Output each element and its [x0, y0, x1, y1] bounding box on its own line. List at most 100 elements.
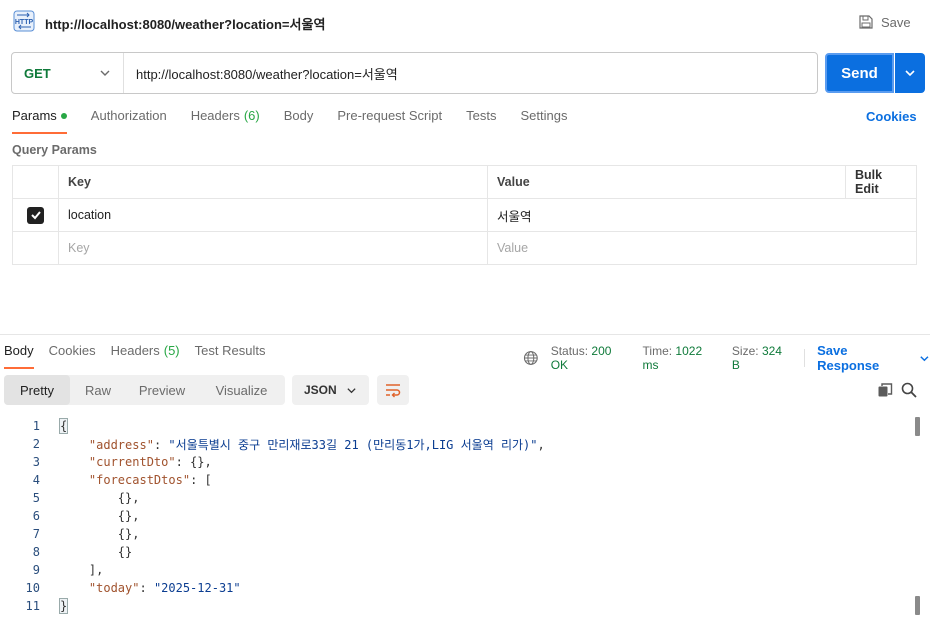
line-number: 6 — [32, 509, 40, 523]
chevron-down-icon — [347, 388, 356, 394]
cookies-link[interactable]: Cookies — [866, 109, 917, 124]
response-body-code[interactable]: 1 {2 "address": "서울특별시 중구 만리재로33길 21 (만리동… — [0, 417, 920, 615]
code-text: ], — [88, 563, 104, 577]
request-tabs: Params Authorization Headers (6) Body Pre… — [12, 108, 591, 134]
tab-label: Body — [283, 108, 314, 123]
table-row: Key Value — [12, 231, 917, 265]
column-header-value: Value — [487, 165, 846, 199]
code-text: "currentDto": {}, — [88, 455, 212, 469]
wrap-lines-icon — [386, 384, 401, 398]
wrap-lines-button[interactable] — [377, 375, 409, 405]
code-text: "address": "서울특별시 중구 만리재로33길 21 (만리동1가,L… — [88, 437, 545, 452]
view-mode-selector: Pretty Raw Preview Visualize — [4, 375, 285, 405]
param-checkbox[interactable] — [27, 206, 44, 224]
tab-label: Params — [12, 108, 57, 123]
line-number: 1 — [32, 419, 40, 433]
code-line: 4 "forecastDtos": [ — [0, 471, 920, 489]
chevron-down-icon — [905, 70, 915, 77]
url-input[interactable] — [124, 53, 817, 93]
line-number: 4 — [32, 473, 40, 487]
code-line: 5 {}, — [0, 489, 920, 507]
new-param-value-input[interactable]: Value — [487, 231, 917, 265]
line-number: 9 — [32, 563, 40, 577]
url-bar: GET — [11, 52, 818, 94]
code-line: 6 {}, — [0, 507, 920, 525]
format-select[interactable]: JSON — [292, 375, 369, 405]
checkmark-icon — [30, 211, 41, 220]
tab-count: (6) — [243, 108, 260, 123]
tab-body[interactable]: Body — [284, 108, 314, 132]
line-number: 3 — [32, 455, 40, 469]
query-params-table: Key Value Bulk Edit location 서울역 Key Val… — [12, 165, 917, 265]
scrollbar-thumb-bottom[interactable] — [915, 596, 920, 615]
save-response-button[interactable]: Save Response — [817, 343, 930, 373]
tab-test-results[interactable]: Test Results — [195, 343, 266, 367]
tab-label: Authorization — [90, 108, 167, 123]
save-response-label: Save Response — [817, 343, 880, 373]
table-row: location 서울역 — [12, 198, 917, 232]
globe-icon[interactable] — [523, 350, 539, 366]
code-line: 11} — [0, 597, 920, 615]
view-mode-pretty[interactable]: Pretty — [4, 375, 70, 405]
request-title: http://localhost:8080/weather?location=서… — [45, 17, 326, 32]
copy-icon[interactable] — [877, 382, 893, 398]
tab-label: Headers — [110, 343, 160, 358]
code-line: 10 "today": "2025-12-31" — [0, 579, 920, 597]
tab-label: Cookies — [48, 343, 96, 358]
line-number: 5 — [32, 491, 40, 505]
param-value-cell[interactable]: 서울역 — [487, 198, 917, 232]
tab-pre-request-script[interactable]: Pre-request Script — [337, 108, 442, 132]
pane-divider[interactable] — [0, 334, 930, 335]
view-mode-preview[interactable]: Preview — [126, 375, 198, 405]
tab-response-headers[interactable]: Headers (5) — [111, 343, 180, 367]
svg-text:HTTP: HTTP — [15, 19, 34, 26]
line-number: 11 — [25, 599, 40, 613]
tab-tests[interactable]: Tests — [466, 108, 496, 132]
row-checkbox-cell — [12, 198, 59, 232]
tab-label: Pre-request Script — [337, 108, 443, 123]
status-readout[interactable]: Status: 200 OK — [551, 344, 631, 372]
new-param-key-input[interactable]: Key — [58, 231, 488, 265]
active-dot-icon — [60, 113, 67, 119]
code-text: {}, — [117, 527, 140, 541]
code-line: 9 ], — [0, 561, 920, 579]
param-key-cell[interactable]: location — [58, 198, 488, 232]
send-options-button[interactable] — [895, 53, 925, 93]
status-label: Status: — [550, 344, 589, 358]
tab-headers[interactable]: Headers (6) — [191, 108, 260, 132]
row-checkbox-cell — [12, 231, 59, 265]
code-line: 7 {}, — [0, 525, 920, 543]
tab-response-cookies[interactable]: Cookies — [49, 343, 96, 367]
method-select[interactable]: GET — [12, 53, 124, 93]
tab-count: (5) — [163, 343, 180, 358]
size-label: Size: — [731, 344, 759, 358]
save-label: Save — [881, 14, 911, 30]
code-text: { — [58, 418, 69, 434]
title-bar: HTTP http://localhost:8080/weather?locat… — [0, 0, 930, 44]
tab-authorization[interactable]: Authorization — [91, 108, 167, 132]
code-line: 8 {} — [0, 543, 920, 561]
tab-label: Settings — [520, 108, 568, 123]
tab-params[interactable]: Params — [12, 108, 67, 134]
code-line: 2 "address": "서울특별시 중구 만리재로33길 21 (만리동1가… — [0, 435, 920, 453]
view-mode-visualize[interactable]: Visualize — [198, 375, 285, 405]
tab-label: Headers — [190, 108, 240, 123]
time-readout[interactable]: Time: 1022 ms — [643, 344, 720, 372]
bulk-edit-button[interactable]: Bulk Edit — [845, 165, 917, 199]
table-header-row: Key Value Bulk Edit — [12, 165, 917, 199]
code-text: } — [58, 598, 69, 614]
tab-settings[interactable]: Settings — [520, 108, 567, 132]
line-number: 10 — [25, 581, 40, 595]
search-icon[interactable] — [901, 382, 917, 398]
chevron-down-icon — [920, 355, 929, 361]
send-button[interactable]: Send — [825, 53, 894, 93]
tab-response-body[interactable]: Body — [4, 343, 34, 369]
divider — [804, 349, 806, 367]
scrollbar-thumb-top[interactable] — [915, 417, 920, 436]
save-button[interactable]: Save — [858, 12, 911, 32]
code-text: "today": "2025-12-31" — [88, 581, 241, 595]
size-readout[interactable]: Size: 324 B — [732, 344, 792, 372]
view-mode-raw[interactable]: Raw — [70, 375, 126, 405]
save-icon — [859, 15, 873, 29]
code-text: {}, — [117, 509, 140, 523]
